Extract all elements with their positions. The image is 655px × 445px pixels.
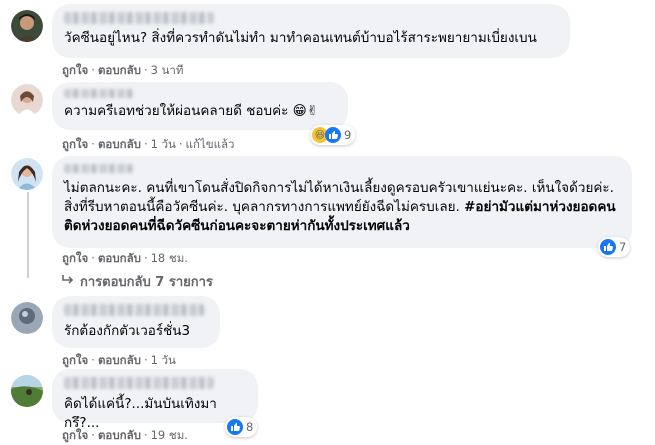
view-replies-label: การตอบกลับ 7 รายการ [80,275,213,290]
comment-actions: ถูกใจ · ตอบกลับ · 19 ชม. [62,427,188,445]
separator: · [178,137,183,151]
separator: · [143,63,148,77]
thread-line [27,192,29,278]
comment-bubble: วัคซีนอยู่ไหน? สิ่งที่ควรทำดันไม่ทำ มาทำ… [52,4,570,58]
timestamp[interactable]: 3 นาที [151,63,184,77]
comment-bubble: ความครีเอทช่วยให้ผ่อนคลายดี ชอบค่ะ 😁✌ [52,82,348,130]
comment-text: ความครีเอทช่วยให้ผ่อนคลายดี ชอบค่ะ 😁✌ [64,102,336,121]
commenter-name-redacted[interactable] [64,12,214,24]
reaction-count: 8 [246,420,254,434]
comment-1: วัคซีนอยู่ไหน? สิ่งที่ควรทำดันไม่ทำ มาทำ… [0,0,655,78]
like-link[interactable]: ถูกใจ [62,137,88,151]
commenter-name-redacted[interactable] [64,89,134,98]
reply-link[interactable]: ตอบกลับ [98,63,141,77]
avatar[interactable] [11,84,43,116]
timestamp[interactable]: 1 วัน [151,137,176,151]
like-reaction-icon [325,127,341,143]
comment-text-content: ความครีเอทช่วยให้ผ่อนคลายดี ชอบค่ะ [64,103,289,119]
commenter-name-redacted[interactable] [64,304,204,316]
comment-5: คิดได้แค่นี้?...มันบันเทิงมากรึ?... 8 ถู… [0,365,655,445]
reaction-summary[interactable]: 8 [225,417,258,437]
reaction-count: 7 [619,240,627,254]
comment-2: ความครีเอทช่วยให้ผ่อนคลายดี ชอบค่ะ 😁✌ 😆 … [0,78,655,151]
comment-text: วัคซีนอยู่ไหน? สิ่งที่ควรทำดันไม่ทำ มาทำ… [64,30,537,46]
like-link[interactable]: ถูกใจ [62,428,88,442]
like-link[interactable]: ถูกใจ [62,251,88,265]
reaction-summary[interactable]: 7 [598,237,631,257]
comment-actions: ถูกใจ · ตอบกลับ · 18 ชม. [62,250,188,268]
comment-bubble: ไม่ตลกนะคะ. คนที่เขาโดนสั่งปิดกิจการไม่ไ… [52,156,632,248]
reaction-count: 9 [344,128,352,142]
timestamp[interactable]: 19 ชม. [151,428,188,442]
avatar[interactable] [11,302,43,334]
like-reaction-icon [227,419,243,435]
reply-link[interactable]: ตอบกลับ [98,251,141,265]
comment-4: รักต้องกักตัวเวอร์ชั่น3 ถูกใจ · ตอบกลับ · 1 … [0,290,655,367]
comment-text: ไม่ตลกนะคะ. คนที่เขาโดนสั่งปิดกิจการไม่ไ… [64,179,620,236]
victory-hand-emoji-icon: ✌ [306,103,319,119]
comment-bubble: คิดได้แค่นี้?...มันบันเทิงมากรึ?... [52,369,258,431]
avatar[interactable] [11,375,43,407]
reaction-summary[interactable]: 😆 9 [310,125,356,145]
like-reaction-icon [600,239,616,255]
reply-link[interactable]: ตอบกลับ [98,428,141,442]
separator: · [143,137,148,151]
grin-emoji-icon: 😁 [292,103,307,119]
view-replies-link[interactable]: การตอบกลับ 7 รายการ [62,271,213,292]
comment-bubble: รักต้องกักตัวเวอร์ชั่น3 [52,296,220,348]
separator: · [143,251,148,265]
separator: · [91,63,95,77]
comment-text: รักต้องกักตัวเวอร์ชั่น3 [64,323,191,339]
separator: · [91,428,95,442]
separator: · [91,137,95,151]
avatar[interactable] [11,10,43,42]
commenter-name-redacted[interactable] [64,377,214,389]
separator: · [91,251,95,265]
comment-3: ไม่ตลกนะคะ. คนที่เขาโดนสั่งปิดกิจการไม่ไ… [0,150,655,290]
avatar[interactable] [11,158,43,190]
commenter-name-redacted[interactable] [64,164,134,173]
reply-arrow-icon [62,274,74,289]
separator: · [143,428,148,442]
like-link[interactable]: ถูกใจ [62,63,88,77]
timestamp[interactable]: 18 ชม. [151,251,188,265]
reply-link[interactable]: ตอบกลับ [98,137,141,151]
edited-label[interactable]: แก้ไขแล้ว [186,137,235,151]
